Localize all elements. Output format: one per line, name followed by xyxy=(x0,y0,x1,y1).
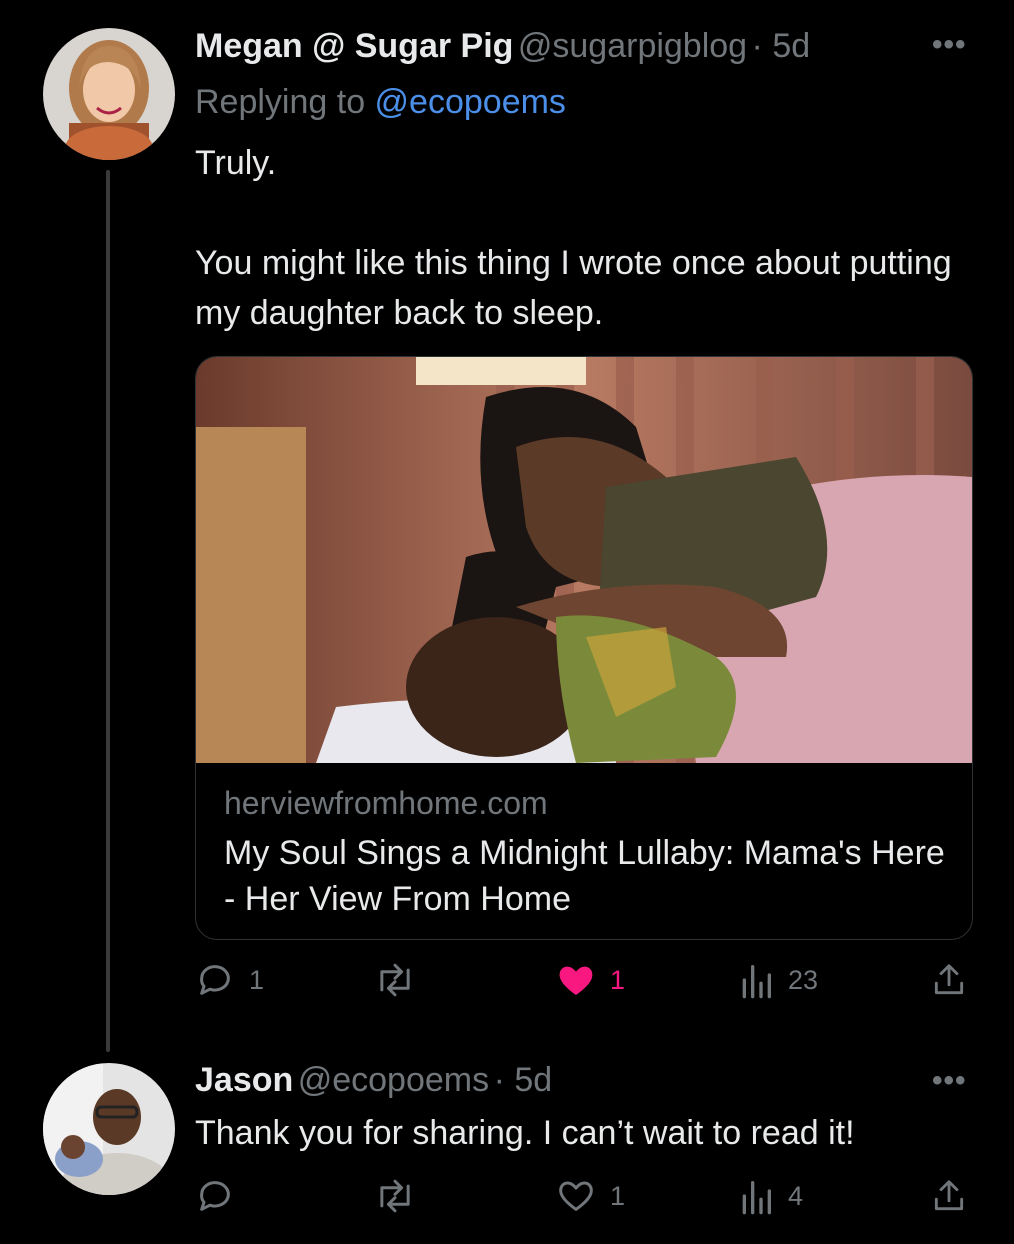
views-button[interactable]: 23 xyxy=(738,960,818,1000)
retweet-icon xyxy=(372,1176,418,1216)
views-icon xyxy=(738,960,774,1000)
share-button[interactable] xyxy=(930,1176,968,1216)
display-name[interactable]: Jason xyxy=(195,1061,293,1099)
display-name[interactable]: Megan @ Sugar Pig xyxy=(195,27,513,65)
views-button[interactable]: 4 xyxy=(738,1176,803,1216)
link-card-title: My Soul Sings a Midnight Lullaby: Mama's… xyxy=(224,834,945,918)
replying-to-link[interactable]: @ecopoems xyxy=(375,83,566,121)
like-icon xyxy=(556,960,596,1000)
retweet-button[interactable] xyxy=(372,1176,432,1216)
reply-icon xyxy=(195,1176,235,1216)
share-icon xyxy=(930,960,968,1000)
more-icon[interactable]: ••• xyxy=(932,1064,967,1098)
like-count: 1 xyxy=(610,964,626,995)
avatar-megan[interactable] xyxy=(43,28,175,160)
tweet-text-line-2: You might like this thing I wrote once a… xyxy=(195,244,952,332)
like-icon xyxy=(556,1176,596,1216)
reply-button[interactable] xyxy=(195,1176,249,1216)
like-button[interactable]: 1 xyxy=(556,1176,625,1216)
avatar-jason[interactable] xyxy=(43,1063,175,1195)
views-icon xyxy=(738,1176,774,1216)
share-button[interactable] xyxy=(930,960,968,1000)
tweet-text-line-1: Truly. xyxy=(195,144,277,182)
replying-to: Replying to @ecopoems xyxy=(195,80,566,124)
timestamp[interactable]: · 5d xyxy=(494,1061,553,1099)
handle[interactable]: @sugarpigblog xyxy=(518,27,747,65)
link-card[interactable]: herviewfromhome.com My Soul Sings a Midn… xyxy=(195,356,973,940)
thread-line xyxy=(106,170,110,1052)
share-icon xyxy=(930,1176,968,1216)
like-count: 1 xyxy=(610,1180,626,1211)
reply-icon xyxy=(195,960,235,1000)
retweet-icon xyxy=(372,960,418,1000)
replying-to-label: Replying to xyxy=(195,83,375,121)
like-button[interactable]: 1 xyxy=(556,960,625,1000)
tweet-header: Megan @ Sugar Pig @sugarpigblog · 5d xyxy=(195,24,895,75)
tweet-text: Thank you for sharing. I can’t wait to r… xyxy=(195,1114,855,1152)
views-count: 4 xyxy=(788,1180,804,1211)
tweet-header-2: Jason @ecopoems · 5d xyxy=(195,1058,895,1109)
reply-button[interactable]: 1 xyxy=(195,960,264,1000)
timestamp[interactable]: · 5d xyxy=(752,27,811,65)
link-card-image xyxy=(196,357,972,763)
views-count: 23 xyxy=(788,964,819,995)
retweet-button[interactable] xyxy=(372,960,432,1000)
link-card-domain: herviewfromhome.com xyxy=(224,785,548,821)
more-icon[interactable]: ••• xyxy=(932,28,967,62)
reply-count: 1 xyxy=(249,964,265,995)
handle[interactable]: @ecopoems xyxy=(298,1061,489,1099)
